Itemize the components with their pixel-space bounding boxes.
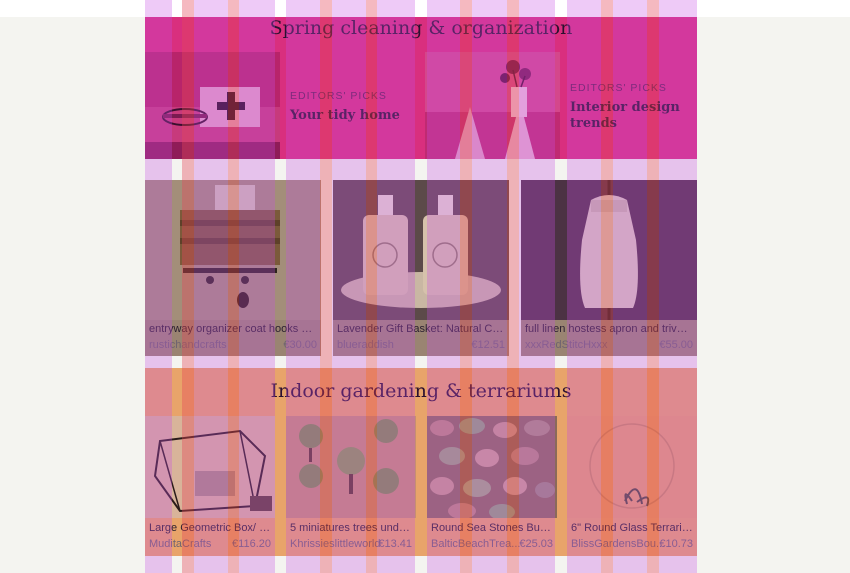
- shop-name: MuditaCrafts: [149, 538, 212, 550]
- product-price: €116.20: [232, 538, 271, 550]
- shop-name: BalticBeachTrea...: [431, 538, 521, 550]
- product-price: €55.00: [659, 339, 693, 351]
- product-image: [521, 180, 697, 320]
- shop-name: Khrissieslittleworld: [290, 538, 381, 550]
- product-title: full linen hostess apron and trivet...: [525, 323, 693, 335]
- product-image: [286, 416, 416, 518]
- product-card[interactable]: full linen hostess apron and trivet... x…: [521, 180, 697, 356]
- section-title: Spring cleaning & organization: [269, 17, 573, 39]
- tile-kicker: Editors' picks: [290, 90, 387, 102]
- shop-name: blueraddish: [337, 339, 394, 351]
- tile-meta: Editors' picks Interior design trends: [570, 82, 680, 132]
- product-card[interactable]: Lavender Gift Basket: Natural Cle... blu…: [333, 180, 509, 356]
- product-title: entryway organizer coat hooks ke...: [149, 323, 317, 335]
- product-price: €12.51: [471, 339, 505, 351]
- product-title: 5 miniatures trees unde...: [290, 522, 412, 534]
- product-price: €10.73: [659, 538, 693, 550]
- tile-kicker: Editors' picks: [570, 82, 667, 94]
- product-card[interactable]: Large Geometric Box/ W... MuditaCrafts €…: [145, 416, 275, 556]
- shop-name: rustichandcrafts: [149, 339, 227, 351]
- product-card[interactable]: Round Sea Stones Bulk ... BalticBeachTre…: [427, 416, 557, 556]
- product-image: [145, 416, 275, 518]
- product-price: €25.03: [519, 538, 553, 550]
- interior-design-photo: [425, 52, 560, 159]
- product-title: 6" Round Glass Terrariu...: [571, 522, 693, 534]
- product-title: Large Geometric Box/ W...: [149, 522, 271, 534]
- product-image: [567, 416, 697, 518]
- top-band: [0, 0, 850, 17]
- product-card[interactable]: 5 miniatures trees unde... Khrissieslitt…: [286, 416, 416, 556]
- product-card[interactable]: entryway organizer coat hooks ke... rust…: [145, 180, 321, 356]
- product-image: [427, 416, 557, 518]
- product-price: €13.41: [378, 538, 412, 550]
- product-image: [145, 180, 321, 320]
- spring-cleaning-section: Spring cleaning & organization Editors' …: [145, 17, 697, 159]
- section-title: Indoor gardening & terrariums: [270, 380, 572, 402]
- editors-pick-interior-design[interactable]: Editors' picks Interior design trends: [425, 52, 697, 159]
- product-price: €30.00: [283, 339, 317, 351]
- product-title: Lavender Gift Basket: Natural Cle...: [337, 323, 505, 335]
- tile-title: Interior design trends: [570, 100, 680, 131]
- shop-name: BlissGardensBou...: [571, 538, 666, 550]
- shop-name: xxxRedStitcHxxx: [525, 339, 608, 351]
- product-image: [333, 180, 509, 320]
- tidy-home-photo: [145, 52, 280, 159]
- tile-title: Your tidy home: [290, 108, 400, 123]
- tile-meta: Editors' picks Your tidy home: [290, 90, 400, 124]
- product-title: Round Sea Stones Bulk ...: [431, 522, 553, 534]
- editors-pick-tidy-home[interactable]: Editors' picks Your tidy home: [145, 52, 415, 159]
- product-card[interactable]: 6" Round Glass Terrariu... BlissGardensB…: [567, 416, 697, 556]
